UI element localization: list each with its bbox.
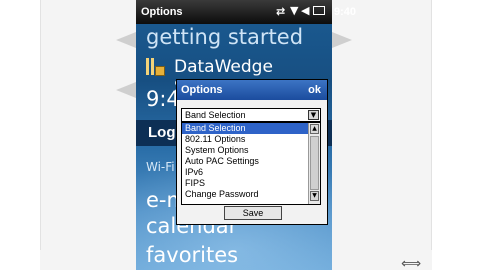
slide-arrow-icon — [116, 82, 136, 98]
favorites-item[interactable]: favorites — [146, 243, 238, 267]
list-item[interactable]: 802.11 Options — [182, 134, 308, 145]
list-item[interactable]: System Options — [182, 145, 308, 156]
getting-started-item[interactable]: getting started — [146, 25, 303, 49]
list-item[interactable]: IPv6 — [182, 167, 308, 178]
home-clock: 9:4 — [146, 87, 180, 111]
options-list[interactable]: Band Selection 802.11 Options System Opt… — [181, 122, 321, 205]
options-dropdown[interactable]: Band Selection ▼ — [181, 108, 321, 122]
chevron-down-icon[interactable]: ▼ — [308, 110, 319, 120]
list-scrollbar[interactable]: ▲ ▼ — [308, 123, 320, 204]
list-item[interactable]: Band Selection — [182, 123, 308, 134]
dropdown-value: Band Selection — [185, 110, 246, 120]
dialog-title: Options — [181, 84, 223, 96]
speaker-icon[interactable]: ◀ — [301, 4, 309, 17]
connectivity-icon[interactable]: ⇄ — [276, 5, 285, 18]
ok-button[interactable]: ok — [308, 84, 321, 96]
resize-arrows-icon[interactable]: ⟺ — [401, 257, 421, 270]
wifi-item[interactable]: Wi-Fi — [146, 160, 175, 174]
barcode-lock-icon — [146, 56, 166, 78]
list-item[interactable]: Auto PAC Settings — [182, 156, 308, 167]
log-label: Log — [148, 124, 176, 141]
datawedge-status-row[interactable]: DataWedge Stopped — [146, 54, 332, 97]
dialog-title-bar: Options ok — [177, 80, 327, 100]
slide-arrow-icon — [116, 32, 136, 48]
scroll-down-icon[interactable]: ▼ — [310, 191, 319, 201]
signal-icon[interactable]: ▼ — [290, 4, 298, 17]
title-bar: Options ⇄ ▼ ◀ — [136, 0, 332, 24]
list-item[interactable]: FIPS — [182, 178, 308, 189]
scroll-up-icon[interactable]: ▲ — [310, 124, 319, 134]
status-clock[interactable]: 9:40 — [334, 6, 356, 18]
list-item[interactable]: Change Password — [182, 189, 308, 200]
window-title: Options — [141, 6, 183, 18]
options-dialog: Options ok Band Selection ▼ Band Selecti… — [176, 79, 328, 225]
slide-arrow-icon — [332, 32, 352, 48]
save-button[interactable]: Save — [224, 206, 282, 220]
scroll-thumb[interactable] — [310, 136, 319, 190]
battery-icon[interactable] — [313, 6, 325, 15]
